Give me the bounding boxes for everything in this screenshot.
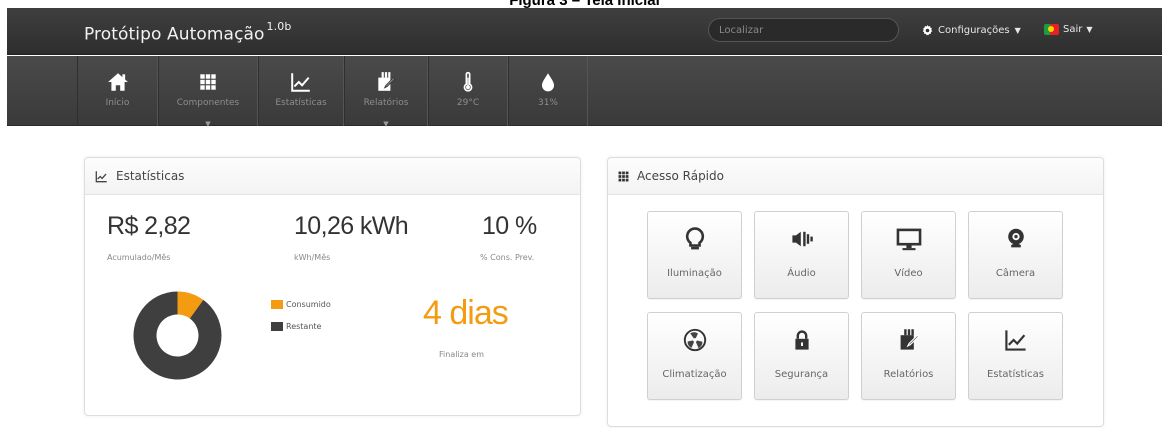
brand-version: 1.0b — [266, 20, 292, 33]
speaker-icon — [791, 231, 813, 247]
quick-label: Câmera — [995, 268, 1036, 279]
legend-label: Restante — [286, 322, 322, 331]
quick-video-button[interactable]: Vídeo — [861, 211, 956, 299]
nav-label: Estatísticas — [275, 98, 327, 108]
grid-icon — [200, 74, 216, 90]
thermometer-icon — [463, 71, 473, 92]
donut-slice-restante — [133, 291, 222, 380]
fan-icon — [683, 328, 706, 352]
nav-item-temperature[interactable]: 29°C — [428, 56, 508, 126]
drop-icon — [541, 73, 555, 92]
settings-menu[interactable]: Configurações ▼ — [922, 25, 1021, 36]
quick-label: Relatórios — [883, 369, 934, 380]
main-nav: Início Componentes ▼ Estatísticas Relató… — [7, 56, 1162, 128]
brand-title[interactable]: Protótipo Automação 1.0b — [84, 20, 292, 45]
energy-label: kWh/Mês — [294, 253, 331, 262]
chart-icon — [1004, 330, 1026, 351]
days-remaining-label: Finaliza em — [439, 350, 485, 359]
percent-value: 10 % — [482, 212, 537, 240]
chevron-down-icon: ▼ — [1014, 26, 1021, 35]
figure-caption: Figura 3 – Tela Inicial — [0, 0, 1169, 8]
brand-name: Protótipo Automação — [84, 24, 265, 45]
legend-swatch — [271, 322, 283, 331]
chart-icon — [95, 170, 107, 182]
home-icon — [107, 73, 128, 91]
days-remaining-value: 4 dias — [423, 294, 509, 332]
chevron-down-icon: ▼ — [1086, 25, 1093, 34]
percent-label: % Cons. Prev. — [480, 253, 535, 262]
quick-label: Áudio — [787, 268, 816, 279]
legend-label: Consumido — [286, 300, 331, 309]
webcam-icon — [1007, 228, 1024, 248]
quick-climate-button[interactable]: Climatização — [647, 312, 742, 400]
energy-value: 10,26 kWh — [294, 212, 409, 240]
nav-item-inicio[interactable]: Início — [77, 56, 158, 126]
lock-icon — [794, 330, 809, 350]
quick-label: Estatísticas — [986, 369, 1045, 380]
quick-reports-button[interactable]: Relatórios — [861, 312, 956, 400]
quick-label: Vídeo — [894, 268, 923, 279]
report-icon — [900, 329, 919, 350]
legend-swatch — [271, 300, 283, 309]
quick-label: Segurança — [774, 369, 829, 380]
monitor-icon — [896, 228, 921, 251]
nav-label: 31% — [537, 98, 558, 108]
quick-access-panel: Acesso Rápido Iluminação Áudio Vídeo Câm… — [607, 157, 1104, 427]
quick-audio-button[interactable]: Áudio — [754, 211, 849, 299]
nav-label: 29°C — [456, 98, 480, 108]
logout-label: Sair — [1063, 24, 1083, 35]
caret-down-icon: ▼ — [383, 120, 389, 128]
consumption-donut-chart — [133, 291, 222, 380]
chart-icon — [291, 73, 310, 92]
quick-lighting-button[interactable]: Iluminação — [647, 211, 742, 299]
nav-label: Componentes — [176, 98, 240, 108]
settings-label: Configurações — [938, 25, 1010, 36]
logout-menu[interactable]: Sair ▼ — [1044, 24, 1093, 35]
search-input[interactable] — [708, 18, 899, 42]
nav-label: Relatórios — [363, 98, 409, 108]
cost-label: Acumulado/Mês — [107, 253, 171, 262]
grid-icon — [618, 171, 629, 181]
legend-consumed: Consumido — [271, 300, 331, 309]
stats-panel-title: Estatísticas — [116, 169, 185, 183]
nav-item-estatisticas[interactable]: Estatísticas — [258, 56, 344, 126]
quick-security-button[interactable]: Segurança — [754, 312, 849, 400]
quick-access-title: Acesso Rápido — [637, 169, 724, 183]
gear-icon — [922, 25, 933, 36]
quick-statistics-button[interactable]: Estatísticas — [968, 312, 1063, 400]
quick-access-header: Acesso Rápido — [608, 158, 1103, 195]
top-navbar: Protótipo Automação1.0b Configurações ▼ … — [7, 8, 1162, 55]
report-icon — [378, 72, 396, 91]
cost-value: R$ 2,82 — [107, 212, 191, 240]
stats-panel: Estatísticas R$ 2,82 Acumulado/Mês 10,26… — [84, 157, 581, 416]
quick-camera-button[interactable]: Câmera — [968, 211, 1063, 299]
nav-item-relatorios[interactable]: Relatórios ▼ — [344, 56, 428, 128]
lightbulb-icon — [685, 227, 704, 250]
quick-label: Iluminação — [667, 268, 722, 279]
legend-remaining: Restante — [271, 322, 321, 331]
nav-item-componentes[interactable]: Componentes ▼ — [158, 56, 258, 128]
caret-down-icon: ▼ — [205, 120, 211, 128]
nav-label: Início — [105, 98, 130, 108]
nav-item-humidity[interactable]: 31% — [508, 56, 588, 126]
quick-label: Climatização — [662, 369, 727, 380]
stats-panel-header: Estatísticas — [85, 158, 580, 195]
user-avatar-icon — [1044, 24, 1059, 35]
